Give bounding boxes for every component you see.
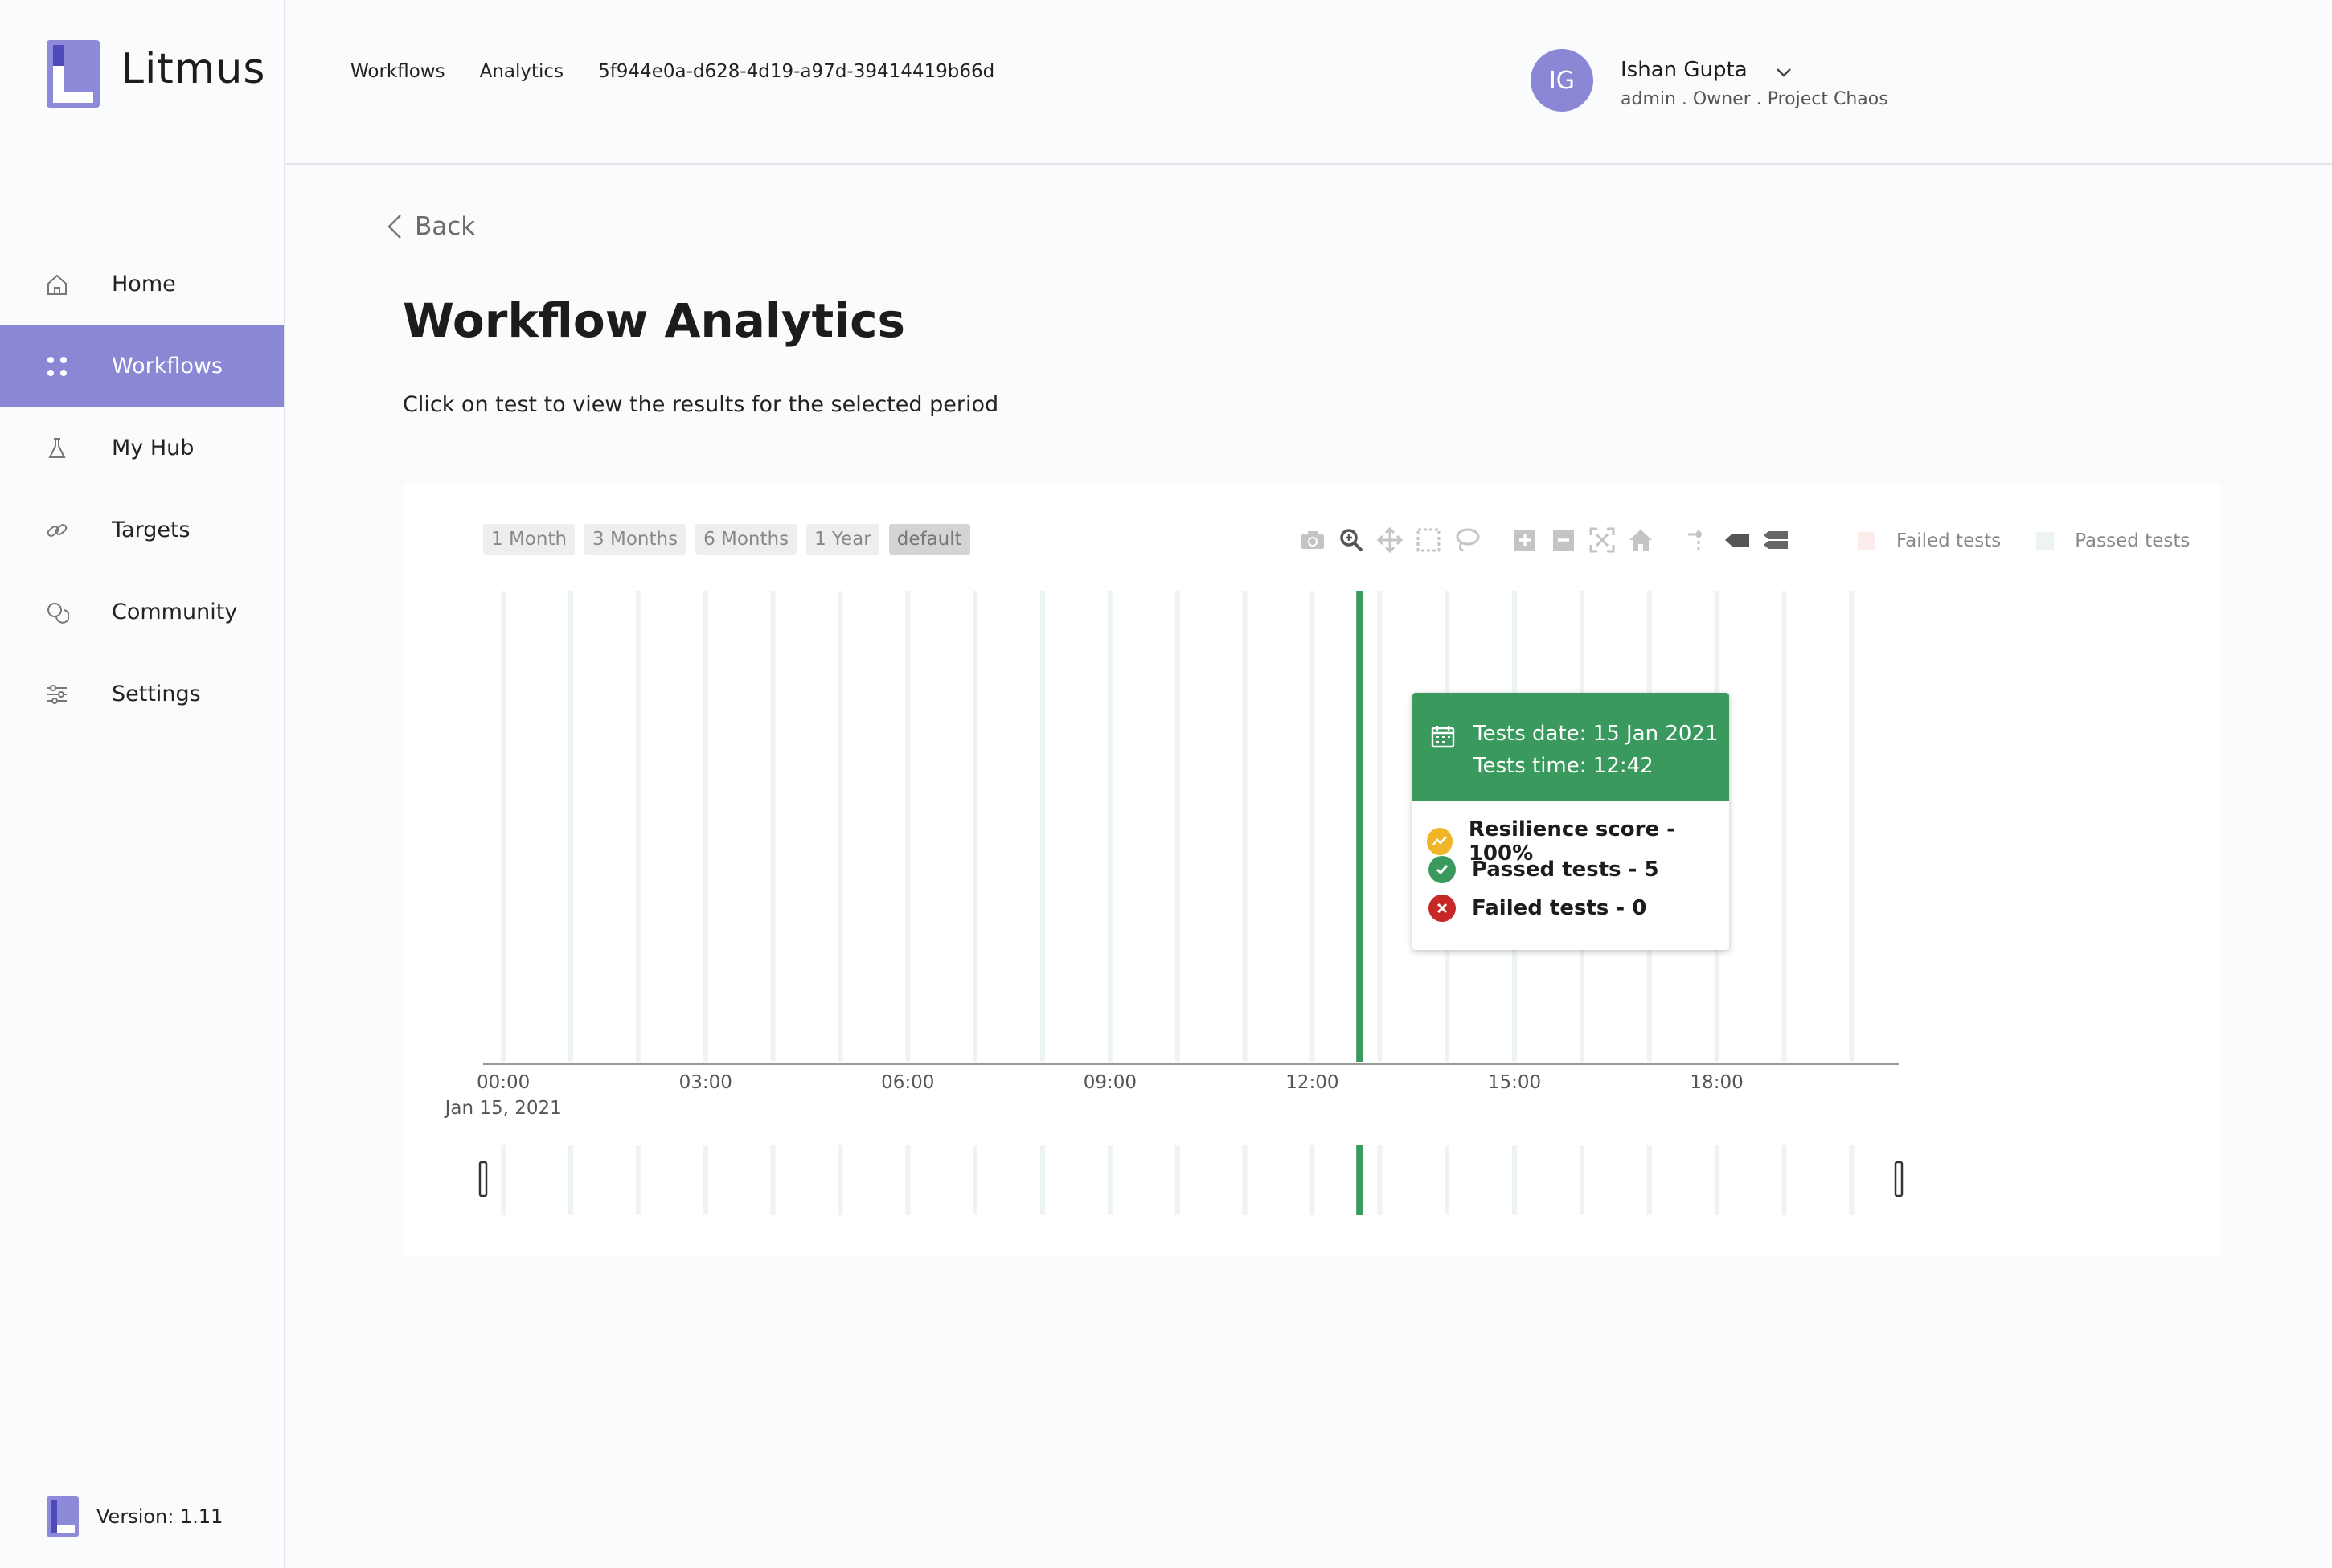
tooltip-failed: Failed tests - 0 (1472, 896, 1647, 920)
rangeslider-bar (635, 1145, 641, 1215)
rangeslider-bar (1646, 1145, 1652, 1215)
chart-bar[interactable] (1174, 591, 1180, 1062)
tooltip-date: Tests date: 15 Jan 2021 (1473, 722, 1719, 746)
chart-bar[interactable] (1242, 591, 1248, 1062)
chart-bar[interactable] (1849, 591, 1855, 1062)
rangeslider-bar (501, 1145, 506, 1215)
rangeslider-bar (1242, 1145, 1248, 1215)
chart-bar[interactable] (1377, 591, 1383, 1062)
chart-bar-highlighted[interactable] (1356, 591, 1363, 1062)
chart-bar[interactable] (1781, 591, 1787, 1062)
rangeslider-bar (770, 1145, 776, 1215)
chart-bar[interactable] (1040, 591, 1046, 1062)
chart-bar[interactable] (703, 591, 708, 1062)
rangeslider-bar (905, 1145, 911, 1215)
chart-bar[interactable] (905, 591, 911, 1062)
test-tooltip: Tests date: 15 Jan 2021 Tests time: 12:4… (1412, 693, 1729, 950)
x-circle-icon (1428, 895, 1456, 922)
chart-bar[interactable] (770, 591, 776, 1062)
rangeslider-bar (1040, 1145, 1046, 1215)
trend-icon (1427, 828, 1453, 855)
chart-bar[interactable] (501, 591, 506, 1062)
x-tick-label: 15:00 (1488, 1072, 1541, 1093)
rangeslider-bar (1377, 1145, 1383, 1215)
x-date-label: Jan 15, 2021 (444, 1098, 562, 1119)
rangeslider-bar (1445, 1145, 1450, 1215)
rangeslider-handle-right[interactable] (1894, 1161, 1904, 1197)
rangeslider-bar (1512, 1145, 1518, 1215)
rangeslider-bar (838, 1145, 843, 1215)
rangeslider-bar-highlighted (1356, 1145, 1363, 1215)
chart-bar[interactable] (1309, 591, 1315, 1062)
chart-bar[interactable] (838, 591, 843, 1062)
chart-bar[interactable] (635, 591, 641, 1062)
chart-bar[interactable] (1107, 591, 1113, 1062)
tooltip-failed-row: Failed tests - 0 (1428, 895, 1646, 922)
x-tick-label: 03:00 (679, 1072, 732, 1093)
chart-bar[interactable] (568, 591, 574, 1062)
rangeslider-handle-left[interactable] (478, 1161, 488, 1197)
rangeslider-bar (703, 1145, 708, 1215)
x-tick-label: 12:00 (1285, 1072, 1338, 1093)
rangeslider-bar (568, 1145, 574, 1215)
analytics-chart: 00:00 03:00 06:00 09:00 12:00 15:00 18:00 Jan 1… (444, 591, 1904, 1215)
tooltip-passed: Passed tests - 5 (1472, 858, 1659, 882)
rangeslider-bar (1174, 1145, 1180, 1215)
tooltip-header: Tests date: 15 Jan 2021 Tests time: 12:4… (1412, 693, 1729, 801)
rangeslider-bar (1309, 1145, 1315, 1215)
rangeslider-bar (1849, 1145, 1855, 1215)
rangeslider-bar (1781, 1145, 1787, 1215)
chart-bar[interactable] (973, 591, 978, 1062)
calendar-icon (1431, 726, 1455, 748)
rangeslider-bar (1579, 1145, 1584, 1215)
check-circle-icon (1428, 856, 1456, 883)
x-tick-label: 18:00 (1690, 1072, 1743, 1093)
x-tick-label: 06:00 (881, 1072, 934, 1093)
x-tick-label: 09:00 (1084, 1072, 1137, 1093)
tooltip-time: Tests time: 12:42 (1473, 754, 1654, 778)
rangeslider-bar (1714, 1145, 1719, 1215)
tooltip-passed-row: Passed tests - 5 (1428, 856, 1659, 883)
x-tick-label: 00:00 (477, 1072, 530, 1093)
rangeslider-bar (1107, 1145, 1113, 1215)
rangeslider-bar (973, 1145, 978, 1215)
